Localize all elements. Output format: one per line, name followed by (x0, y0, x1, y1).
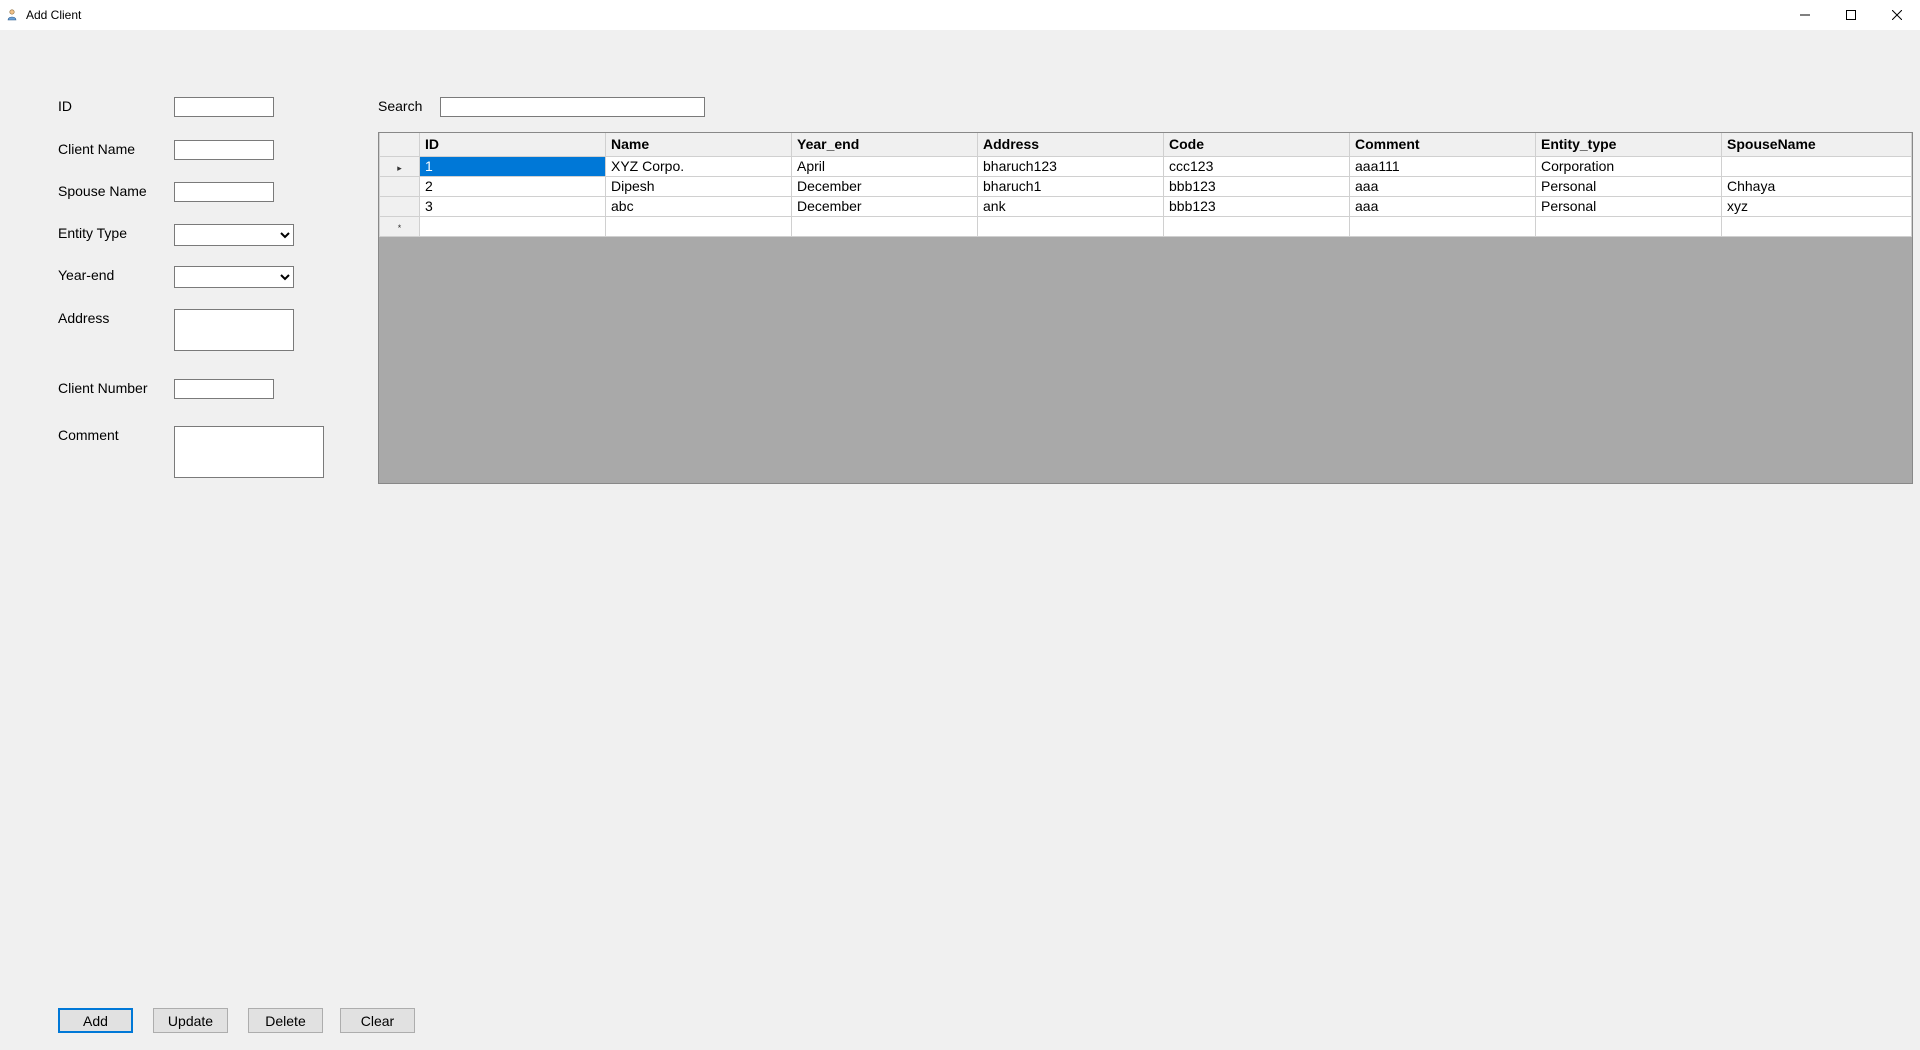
year-end-select[interactable] (174, 266, 294, 288)
table-row[interactable]: ▸ 1 XYZ Corpo. April bharuch123 ccc123 a… (380, 156, 1912, 176)
comment-field[interactable] (174, 426, 324, 478)
new-row-marker-icon: * (398, 223, 402, 233)
cell-spouse-name[interactable] (1722, 216, 1912, 236)
col-name[interactable]: Name (606, 133, 792, 156)
cell-year-end[interactable] (792, 216, 978, 236)
search-label: Search (378, 98, 422, 114)
cell-year-end[interactable]: December (792, 176, 978, 196)
clear-button[interactable]: Clear (340, 1008, 415, 1033)
cell-entity-type[interactable]: Personal (1536, 176, 1722, 196)
address-label: Address (58, 310, 109, 326)
client-number-label: Client Number (58, 380, 147, 396)
cell-spouse-name[interactable]: Chhaya (1722, 176, 1912, 196)
client-name-field[interactable] (174, 140, 274, 160)
cell-year-end[interactable]: April (792, 156, 978, 176)
cell-id[interactable]: 3 (420, 196, 606, 216)
client-name-label: Client Name (58, 141, 135, 157)
grid-header-row: ID Name Year_end Address Code Comment En… (380, 133, 1912, 156)
cell-id[interactable]: 1 (420, 156, 606, 176)
titlebar: Add Client (0, 0, 1920, 30)
delete-button[interactable]: Delete (248, 1008, 323, 1033)
row-marker-icon: ▸ (397, 163, 402, 173)
cell-comment[interactable] (1350, 216, 1536, 236)
col-id[interactable]: ID (420, 133, 606, 156)
cell-spouse-name[interactable]: xyz (1722, 196, 1912, 216)
update-button[interactable]: Update (153, 1008, 228, 1033)
cell-entity-type[interactable]: Personal (1536, 196, 1722, 216)
col-address[interactable]: Address (978, 133, 1164, 156)
spouse-name-label: Spouse Name (58, 183, 147, 199)
spouse-name-field[interactable] (174, 182, 274, 202)
table-row[interactable]: 2 Dipesh December bharuch1 bbb123 aaa Pe… (380, 176, 1912, 196)
form-panel: ID Client Name Spouse Name Entity Type Y… (0, 30, 1920, 1050)
cell-year-end[interactable]: December (792, 196, 978, 216)
maximize-button[interactable] (1828, 0, 1874, 30)
col-spouse-name[interactable]: SpouseName (1722, 133, 1912, 156)
window-title: Add Client (26, 8, 81, 22)
cell-address[interactable]: bharuch1 (978, 176, 1164, 196)
cell-address[interactable]: ank (978, 196, 1164, 216)
id-label: ID (58, 98, 72, 114)
table-row[interactable]: 3 abc December ank bbb123 aaa Personal x… (380, 196, 1912, 216)
cell-id[interactable]: 2 (420, 176, 606, 196)
comment-label: Comment (58, 427, 119, 443)
cell-comment[interactable]: aaa111 (1350, 156, 1536, 176)
cell-address[interactable]: bharuch123 (978, 156, 1164, 176)
cell-code[interactable]: bbb123 (1164, 196, 1350, 216)
new-row[interactable]: * (380, 216, 1912, 236)
clients-grid[interactable]: ID Name Year_end Address Code Comment En… (378, 132, 1913, 484)
cell-comment[interactable]: aaa (1350, 196, 1536, 216)
cell-code[interactable]: ccc123 (1164, 156, 1350, 176)
cell-name[interactable]: Dipesh (606, 176, 792, 196)
cell-code[interactable]: bbb123 (1164, 176, 1350, 196)
minimize-button[interactable] (1782, 0, 1828, 30)
app-icon (4, 7, 20, 23)
cell-name[interactable]: abc (606, 196, 792, 216)
cell-id[interactable] (420, 216, 606, 236)
id-field[interactable] (174, 97, 274, 117)
cell-spouse-name[interactable] (1722, 156, 1912, 176)
cell-code[interactable] (1164, 216, 1350, 236)
year-end-label: Year-end (58, 267, 114, 283)
col-year-end[interactable]: Year_end (792, 133, 978, 156)
cell-entity-type[interactable] (1536, 216, 1722, 236)
add-button[interactable]: Add (58, 1008, 133, 1033)
cell-name[interactable] (606, 216, 792, 236)
search-input[interactable] (440, 97, 705, 117)
cell-address[interactable] (978, 216, 1164, 236)
entity-type-label: Entity Type (58, 225, 127, 241)
close-button[interactable] (1874, 0, 1920, 30)
cell-name[interactable]: XYZ Corpo. (606, 156, 792, 176)
entity-type-select[interactable] (174, 224, 294, 246)
col-entity-type[interactable]: Entity_type (1536, 133, 1722, 156)
col-code[interactable]: Code (1164, 133, 1350, 156)
col-comment[interactable]: Comment (1350, 133, 1536, 156)
cell-comment[interactable]: aaa (1350, 176, 1536, 196)
address-field[interactable] (174, 309, 294, 351)
grid-corner[interactable] (380, 133, 420, 156)
cell-entity-type[interactable]: Corporation (1536, 156, 1722, 176)
client-number-field[interactable] (174, 379, 274, 399)
